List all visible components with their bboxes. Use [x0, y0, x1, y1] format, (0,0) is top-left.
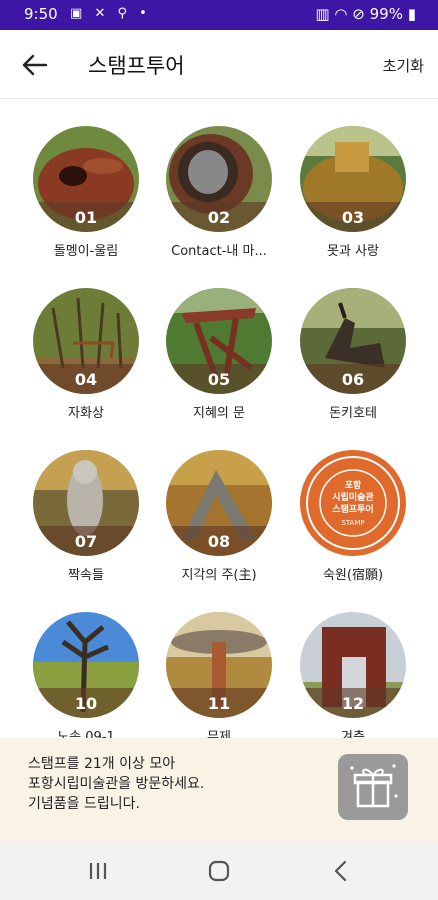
stamp-label: Contact-내 마... [171, 244, 267, 259]
stamp-label: 못과 사랑 [327, 244, 379, 259]
stamp-label: 숙원(宿願) [322, 568, 384, 583]
battery-icon: ▮ [407, 5, 416, 23]
stamp-item-04[interactable]: 04 자화상 [18, 260, 154, 421]
stamp-label: 무제 [207, 730, 231, 738]
status-time: 9:50 [24, 5, 58, 23]
stamp-item-02[interactable]: 02 Contact-내 마... [151, 98, 287, 259]
back-button[interactable] [18, 48, 52, 82]
stamp-number: 04 [74, 370, 98, 389]
stamp-photo: 04 [33, 288, 139, 394]
gift-button[interactable] [338, 754, 408, 820]
stamp-number: 12 [341, 694, 365, 713]
back-nav-button[interactable] [327, 857, 355, 885]
dnd-icon: ⊘ [352, 5, 365, 23]
walk-icon: ⚲ [117, 6, 132, 21]
home-button[interactable] [205, 857, 233, 885]
reset-button[interactable]: 초기화 [383, 55, 424, 76]
seal-word: STAMP [341, 519, 364, 527]
stamp-photo: 02 [166, 126, 272, 232]
reward-message: 스탬프를 21개 이상 모아 포항시립미술관을 방문하세요. 기념품을 드립니다… [28, 756, 205, 812]
status-right: ▥ ◠ ⊘ 99% ▮ [315, 5, 416, 23]
stamp-item-01[interactable]: 01 돌멩이-울림 [18, 98, 154, 259]
stamp-item-06[interactable]: 06 돈키호테 [285, 260, 421, 421]
stamp-photo: 03 [300, 126, 406, 232]
stamp-grid[interactable]: 01 돌멩이-울림 02 Contact-내 마... 03 못과 사랑 04 … [0, 98, 438, 738]
stamp-number: 06 [341, 370, 365, 389]
stamp-photo: 12 [300, 612, 406, 718]
stamp-item-12[interactable]: 12 겨층 [285, 584, 421, 738]
status-bar: 9:50 ▣ ✕ ⚲ • ▥ ◠ ⊘ 99% ▮ [0, 0, 438, 30]
notification-icons: ▣ ✕ ⚲ • [70, 6, 151, 21]
stamp-label: 돈키호테 [329, 406, 377, 421]
system-nav-bar [0, 841, 438, 900]
stamp-label: 자화상 [68, 406, 104, 421]
stamp-photo: 01 [33, 126, 139, 232]
stamp-item-08[interactable]: 08 지각의 주(主) [151, 422, 287, 583]
recents-button[interactable] [84, 857, 112, 885]
vibrate-icon: ▥ [315, 5, 330, 23]
seal-line-1: 포항 [345, 479, 362, 491]
stamp-photo: 07 [33, 450, 139, 556]
stamp-item-09[interactable]: 포항 시립미술관 스탬프투어 STAMP 숙원(宿願) [285, 422, 421, 583]
gift-icon [350, 764, 398, 808]
arrow-left-icon [22, 54, 48, 76]
page-title: 스탬프투어 [88, 54, 185, 78]
stamp-label: 지각의 주(主) [181, 568, 257, 583]
stamp-photo: 10 [33, 612, 139, 718]
stamp-label: 지혜의 문 [193, 406, 245, 421]
stamp-photo: 08 [166, 450, 272, 556]
stamp-label: 겨층 [341, 730, 365, 738]
stamp-item-07[interactable]: 07 짝속들 [18, 422, 154, 583]
reward-banner: 스탬프를 21개 이상 모아 포항시립미술관을 방문하세요. 기념품을 드립니다… [0, 738, 438, 841]
stamp-label: 짝속들 [68, 568, 104, 583]
stamp-item-05[interactable]: 05 지혜의 문 [151, 260, 287, 421]
stamp-item-11[interactable]: 11 무제 [151, 584, 287, 738]
stamp-number: 07 [74, 532, 98, 551]
stamp-label: 노송 09-1 [57, 730, 115, 738]
battery-percent: 99% [369, 5, 403, 23]
app-bar: 스탬프투어 초기화 [0, 30, 438, 99]
stamp-item-10[interactable]: 10 노송 09-1 [18, 584, 154, 738]
stamp-photo: 06 [300, 288, 406, 394]
app-icon: ✕ [94, 6, 110, 21]
wifi-icon: ◠ [334, 5, 348, 23]
stamp-number: 08 [207, 532, 231, 551]
stamp-number: 11 [207, 694, 231, 713]
stamp-number: 10 [74, 694, 98, 713]
stamp-number: 03 [341, 208, 365, 227]
stamp-label: 돌멩이-울림 [53, 244, 119, 259]
stamp-photo: 05 [166, 288, 272, 394]
more-dot: • [139, 6, 151, 21]
seal-line-3: 스탬프투어 [332, 503, 373, 515]
stamp-number: 01 [74, 208, 98, 227]
stamp-number: 05 [207, 370, 231, 389]
stamp-number: 02 [207, 208, 231, 227]
stamp-item-03[interactable]: 03 못과 사랑 [285, 98, 421, 259]
collected-stamp-seal: 포항 시립미술관 스탬프투어 STAMP [300, 450, 406, 556]
gallery-icon: ▣ [70, 6, 87, 21]
stamp-photo: 11 [166, 612, 272, 718]
seal-line-2: 시립미술관 [332, 491, 374, 503]
